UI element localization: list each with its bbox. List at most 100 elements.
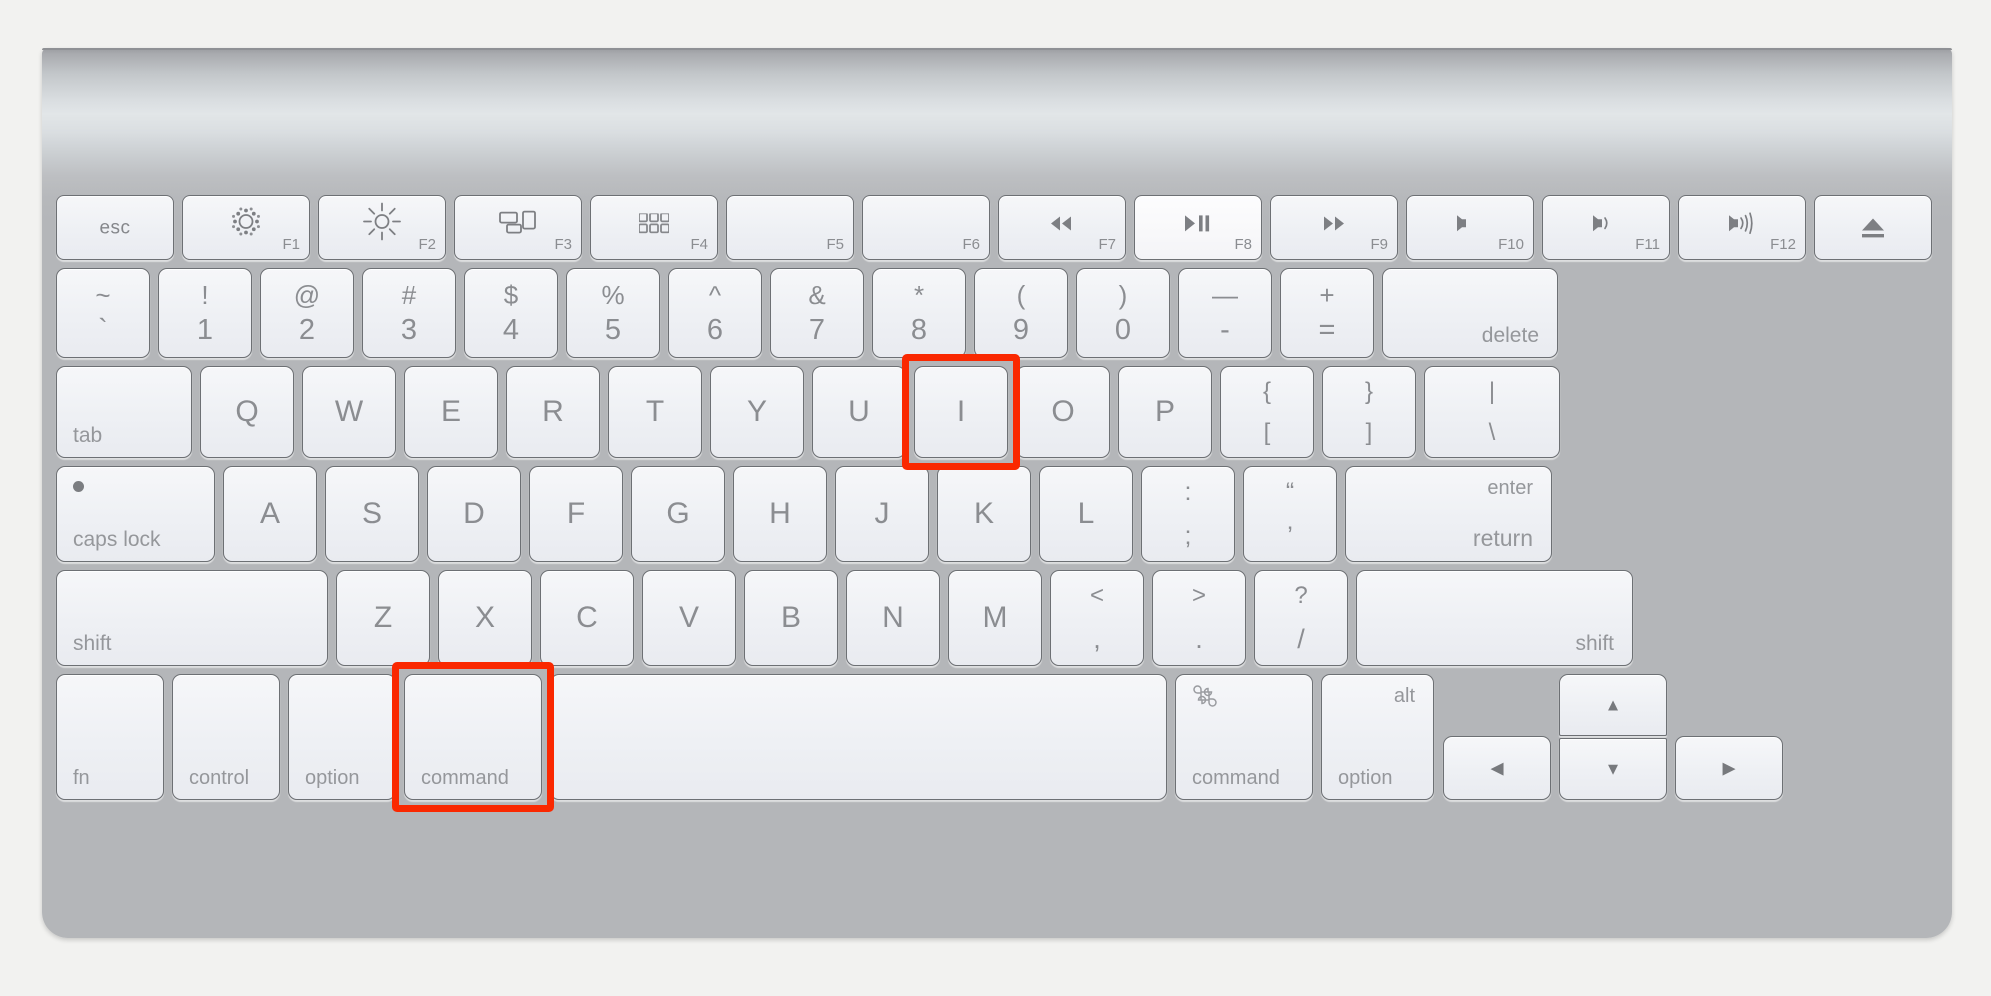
key-arrow-right[interactable]: ▶	[1675, 736, 1783, 800]
key-D[interactable]: D	[427, 466, 521, 562]
key-period[interactable]: >.	[1152, 570, 1246, 666]
key-6[interactable]: ^ 6	[668, 268, 762, 358]
key-P[interactable]: P	[1118, 366, 1212, 458]
key-f5[interactable]: F5	[726, 195, 854, 260]
enter-label: enter	[1487, 477, 1533, 499]
key-7[interactable]: & 7	[770, 268, 864, 358]
arrow-right-icon: ▶	[1722, 758, 1736, 778]
key-semicolon[interactable]: :;	[1141, 466, 1235, 562]
Y-label: Y	[746, 395, 767, 428]
key-X[interactable]: X	[438, 570, 532, 666]
key-Y[interactable]: Y	[710, 366, 804, 458]
key-K[interactable]: K	[937, 466, 1031, 562]
key-eject[interactable]	[1814, 195, 1932, 260]
key-V[interactable]: V	[642, 570, 736, 666]
key-S[interactable]: S	[325, 466, 419, 562]
key-esc[interactable]: esc	[56, 195, 174, 260]
key-f10[interactable]: F10	[1406, 195, 1534, 260]
key-tilde[interactable]: ~ `	[56, 268, 150, 358]
key-equal[interactable]: + =	[1280, 268, 1374, 358]
key-backslash[interactable]: | \	[1424, 366, 1560, 458]
key-option-right[interactable]: alt option	[1321, 674, 1434, 800]
key-Z[interactable]: Z	[336, 570, 430, 666]
key-9[interactable]: (9	[974, 268, 1068, 358]
key-1[interactable]: ! 1	[158, 268, 252, 358]
key-f9[interactable]: F9	[1270, 195, 1398, 260]
key-f6[interactable]: F6	[862, 195, 990, 260]
command-right-label: command	[1192, 767, 1280, 789]
key-I[interactable]: I	[914, 366, 1008, 458]
key-space[interactable]	[550, 674, 1167, 800]
C-label: C	[576, 601, 598, 634]
key-W[interactable]: W	[302, 366, 396, 458]
mission-control-icon	[455, 208, 581, 238]
key-L[interactable]: L	[1039, 466, 1133, 562]
bracket-left-lower: [	[1263, 419, 1271, 446]
key-Q[interactable]: Q	[200, 366, 294, 458]
6-upper: ^	[708, 280, 722, 310]
key-8[interactable]: * 8	[872, 268, 966, 358]
key-command-right[interactable]: command	[1175, 674, 1313, 800]
key-B[interactable]: B	[744, 570, 838, 666]
key-control[interactable]: control	[172, 674, 280, 800]
key-f11[interactable]: F11	[1542, 195, 1670, 260]
key-f12[interactable]: F12	[1678, 195, 1806, 260]
key-command-left[interactable]: command	[404, 674, 542, 800]
key-f4[interactable]: F4	[590, 195, 718, 260]
key-tab[interactable]: tab	[56, 366, 192, 458]
key-comma[interactable]: <,	[1050, 570, 1144, 666]
key-M[interactable]: M	[948, 570, 1042, 666]
shift-right-label: shift	[1575, 632, 1614, 655]
key-bracket-right[interactable]: }]	[1322, 366, 1416, 458]
key-3[interactable]: #3	[362, 268, 456, 358]
volume-down-icon	[1543, 212, 1669, 234]
tab-label: tab	[73, 424, 103, 447]
L-label: L	[1077, 497, 1095, 530]
keyboard: esc F1 F2 F3 F4 F5 F6 F7 F8 F9 F10 F11 F12 ~ `! 1 @2 #3 $4…	[42, 48, 1952, 938]
key-E[interactable]: E	[404, 366, 498, 458]
f3-label: F3	[554, 236, 572, 253]
key-C[interactable]: C	[540, 570, 634, 666]
f5-label: F5	[826, 236, 844, 253]
key-arrow-down[interactable]: ▼	[1559, 738, 1667, 800]
key-N[interactable]: N	[846, 570, 940, 666]
key-option-left[interactable]: option	[288, 674, 396, 800]
eject-icon	[1815, 217, 1931, 238]
key-bracket-left[interactable]: {[	[1220, 366, 1314, 458]
B-label: B	[780, 601, 801, 634]
key-5[interactable]: % 5	[566, 268, 660, 358]
key-shift-left[interactable]: shift	[56, 570, 328, 666]
key-2[interactable]: @2	[260, 268, 354, 358]
key-caps-lock[interactable]: caps lock	[56, 466, 215, 562]
key-0[interactable]: ) 0	[1076, 268, 1170, 358]
key-T[interactable]: T	[608, 366, 702, 458]
key-H[interactable]: H	[733, 466, 827, 562]
f2-label: F2	[418, 236, 436, 253]
key-f7[interactable]: F7	[998, 195, 1126, 260]
comma-lower: ,	[1093, 624, 1101, 654]
key-U[interactable]: U	[812, 366, 906, 458]
key-minus[interactable]: — -	[1178, 268, 1272, 358]
key-O[interactable]: O	[1016, 366, 1110, 458]
key-arrow-left[interactable]: ◀	[1443, 736, 1551, 800]
key-f1[interactable]: F1	[182, 195, 310, 260]
key-A[interactable]: A	[223, 466, 317, 562]
key-return[interactable]: enter return	[1345, 466, 1552, 562]
key-arrow-up[interactable]: ▲	[1559, 674, 1667, 736]
key-fn[interactable]: fn	[56, 674, 164, 800]
U-label: U	[848, 395, 870, 428]
arrow-down-icon: ▼	[1604, 759, 1622, 779]
key-F[interactable]: F	[529, 466, 623, 562]
key-f3[interactable]: F3	[454, 195, 582, 260]
key-slash[interactable]: ? /	[1254, 570, 1348, 666]
key-f8[interactable]: F8	[1134, 195, 1262, 260]
return-label: return	[1472, 525, 1533, 551]
key-f2[interactable]: F2	[318, 195, 446, 260]
key-J[interactable]: J	[835, 466, 929, 562]
key-G[interactable]: G	[631, 466, 725, 562]
key-R[interactable]: R	[506, 366, 600, 458]
key-shift-right[interactable]: shift	[1356, 570, 1633, 666]
key-delete[interactable]: delete	[1382, 268, 1558, 358]
key-quote[interactable]: “’	[1243, 466, 1337, 562]
key-4[interactable]: $4	[464, 268, 558, 358]
